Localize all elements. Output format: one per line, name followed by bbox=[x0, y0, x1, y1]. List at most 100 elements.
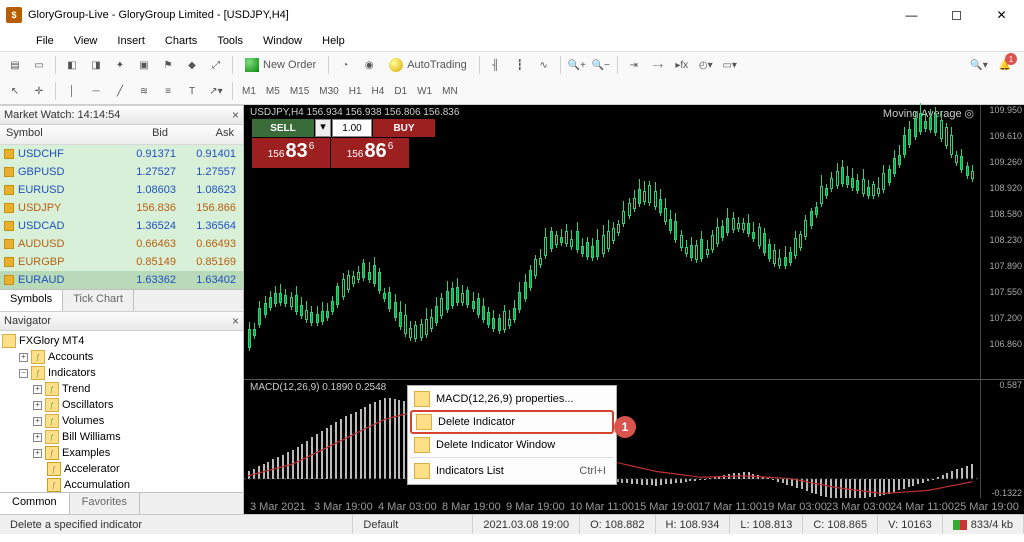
marketwatch-row[interactable]: USDCHF0.913710.91401 bbox=[0, 145, 243, 163]
tb-candle-chart-icon[interactable]: ┇ bbox=[509, 54, 531, 76]
minimize-button[interactable]: — bbox=[889, 0, 934, 30]
tb-bar-chart-icon[interactable]: ╢ bbox=[485, 54, 507, 76]
tab-favorites[interactable]: Favorites bbox=[70, 493, 140, 514]
tab-tickchart[interactable]: Tick Chart bbox=[63, 290, 134, 311]
tb-options-icon[interactable]: ◆ bbox=[181, 54, 203, 76]
context-menu-item[interactable]: Indicators ListCtrl+I bbox=[410, 460, 614, 482]
tb-hline-icon[interactable]: ─ bbox=[85, 80, 107, 102]
tb-crosshair-icon[interactable]: ✛ bbox=[28, 80, 50, 102]
tb-datawindow-icon[interactable]: ◨ bbox=[85, 54, 107, 76]
menu-view[interactable]: View bbox=[64, 30, 108, 51]
tb-navigator-icon[interactable]: ✦ bbox=[109, 54, 131, 76]
tb-channel-icon[interactable]: ≋ bbox=[133, 80, 155, 102]
tb-arrows-icon[interactable]: ↗▾ bbox=[205, 80, 227, 102]
tb-metaquotes-icon[interactable]: ◔ bbox=[334, 54, 356, 76]
symbol-icon bbox=[4, 275, 14, 285]
marketwatch-close-icon[interactable]: × bbox=[232, 108, 239, 122]
tree-item[interactable]: +ƒAccounts bbox=[2, 349, 241, 365]
folder-icon: ƒ bbox=[45, 382, 59, 396]
tb-new-chart-icon[interactable]: ▤ bbox=[4, 54, 26, 76]
tree-item[interactable]: ƒAccumulation bbox=[2, 477, 241, 492]
maximize-button[interactable] bbox=[934, 0, 979, 30]
context-menu-item[interactable]: Delete Indicator bbox=[410, 410, 614, 434]
tb-chartshift-icon[interactable]: ⤍ bbox=[647, 54, 669, 76]
close-button[interactable]: ✕ bbox=[979, 0, 1024, 30]
tf-h4[interactable]: H4 bbox=[368, 86, 389, 97]
tb-strategy-tester-icon[interactable]: ⚑ bbox=[157, 54, 179, 76]
menu-charts[interactable]: Charts bbox=[155, 30, 207, 51]
menu-file[interactable]: File bbox=[26, 30, 64, 51]
search-icon[interactable]: 🔍▾ bbox=[968, 54, 990, 76]
tb-autoscroll-icon[interactable]: ⇥ bbox=[623, 54, 645, 76]
tf-m15[interactable]: M15 bbox=[286, 86, 313, 97]
tb-signals-icon[interactable]: ◉ bbox=[358, 54, 380, 76]
tb-zoom-in-icon[interactable]: 🔍+ bbox=[566, 54, 588, 76]
window-title: GloryGroup-Live - GloryGroup Limited - [… bbox=[28, 9, 289, 21]
menu-item-icon bbox=[414, 463, 430, 479]
tree-item[interactable]: +ƒTrend bbox=[2, 381, 241, 397]
tree-item[interactable]: +ƒVolumes bbox=[2, 413, 241, 429]
marketwatch-row[interactable]: EURGBP0.851490.85169 bbox=[0, 253, 243, 271]
new-order-button[interactable]: New Order bbox=[238, 54, 323, 76]
tb-fibo-icon[interactable]: ≡ bbox=[157, 80, 179, 102]
marketwatch-row[interactable]: GBPUSD1.275271.27557 bbox=[0, 163, 243, 181]
tab-common[interactable]: Common bbox=[0, 493, 70, 514]
context-menu-item[interactable]: Delete Indicator Window bbox=[410, 434, 614, 458]
tb-terminal-icon[interactable]: ▣ bbox=[133, 54, 155, 76]
status-profile[interactable]: Default bbox=[353, 515, 473, 534]
tf-m1[interactable]: M1 bbox=[238, 86, 260, 97]
tree-item[interactable]: ƒAccelerator bbox=[2, 461, 241, 477]
marketwatch-column-header: Symbol Bid Ask bbox=[0, 125, 243, 145]
tb-vline-icon[interactable]: │ bbox=[61, 80, 83, 102]
tree-item[interactable]: +ƒExamples bbox=[2, 445, 241, 461]
alerts-icon[interactable]: 🔔1 bbox=[994, 54, 1016, 76]
menu-window[interactable]: Window bbox=[253, 30, 312, 51]
tree-toggle[interactable]: + bbox=[33, 385, 42, 394]
symbol-icon bbox=[4, 239, 14, 249]
tf-w1[interactable]: W1 bbox=[413, 86, 436, 97]
tree-toggle[interactable]: + bbox=[33, 433, 42, 442]
tree-item[interactable]: −ƒIndicators bbox=[2, 365, 241, 381]
status-connection[interactable]: 833/4 kb bbox=[943, 515, 1024, 534]
tb-cursor-icon[interactable]: ↖ bbox=[4, 80, 26, 102]
chart-area[interactable]: USDJPY,H4 156.934 156.938 156.806 156.83… bbox=[244, 105, 1024, 514]
tree-toggle[interactable]: + bbox=[33, 449, 42, 458]
autotrading-icon bbox=[389, 58, 403, 72]
tree-item[interactable]: +ƒOscillators bbox=[2, 397, 241, 413]
tb-fullscreen-icon[interactable]: ⤢ bbox=[205, 54, 227, 76]
tab-symbols[interactable]: Symbols bbox=[0, 290, 63, 311]
tb-text-icon[interactable]: T bbox=[181, 80, 203, 102]
autotrading-button[interactable]: AutoTrading bbox=[382, 54, 474, 76]
tb-templates-icon[interactable]: ▭▾ bbox=[719, 54, 741, 76]
tf-mn[interactable]: MN bbox=[438, 86, 462, 97]
menu-help[interactable]: Help bbox=[312, 30, 355, 51]
tree-root[interactable]: FXGlory MT4 bbox=[2, 333, 241, 349]
tb-indicators-icon[interactable]: ▸fx bbox=[671, 54, 693, 76]
navigator-close-icon[interactable]: × bbox=[232, 314, 239, 328]
tree-toggle[interactable]: + bbox=[33, 417, 42, 426]
connection-icon bbox=[953, 520, 967, 530]
tree-toggle[interactable]: − bbox=[19, 369, 28, 378]
tb-profiles-icon[interactable]: ▭ bbox=[28, 54, 50, 76]
marketwatch-row[interactable]: USDJPY156.836156.866 bbox=[0, 199, 243, 217]
marketwatch-row[interactable]: EURUSD1.086031.08623 bbox=[0, 181, 243, 199]
menu-insert[interactable]: Insert bbox=[107, 30, 155, 51]
tree-item[interactable]: +ƒBill Williams bbox=[2, 429, 241, 445]
marketwatch-row[interactable]: EURAUD1.633621.63402 bbox=[0, 271, 243, 289]
tb-trendline-icon[interactable]: ╱ bbox=[109, 80, 131, 102]
tb-marketwatch-icon[interactable]: ◧ bbox=[61, 54, 83, 76]
tb-zoom-out-icon[interactable]: 🔍− bbox=[590, 54, 612, 76]
tree-toggle[interactable]: + bbox=[33, 401, 42, 410]
tb-line-chart-icon[interactable]: ∿ bbox=[533, 54, 555, 76]
tf-m5[interactable]: M5 bbox=[262, 86, 284, 97]
tree-toggle[interactable]: + bbox=[19, 353, 28, 362]
marketwatch-row[interactable]: USDCAD1.365241.36564 bbox=[0, 217, 243, 235]
menu-tools[interactable]: Tools bbox=[207, 30, 253, 51]
tf-h1[interactable]: H1 bbox=[345, 86, 366, 97]
macd-subwindow[interactable]: MACD(12,26,9) 0.1890 0.2548 0.587 -0.132… bbox=[244, 380, 1024, 498]
tf-d1[interactable]: D1 bbox=[390, 86, 411, 97]
marketwatch-row[interactable]: AUDUSD0.664630.66493 bbox=[0, 235, 243, 253]
tb-periods-icon[interactable]: ◴▾ bbox=[695, 54, 717, 76]
context-menu-item[interactable]: MACD(12,26,9) properties... bbox=[410, 388, 614, 410]
tf-m30[interactable]: M30 bbox=[315, 86, 342, 97]
